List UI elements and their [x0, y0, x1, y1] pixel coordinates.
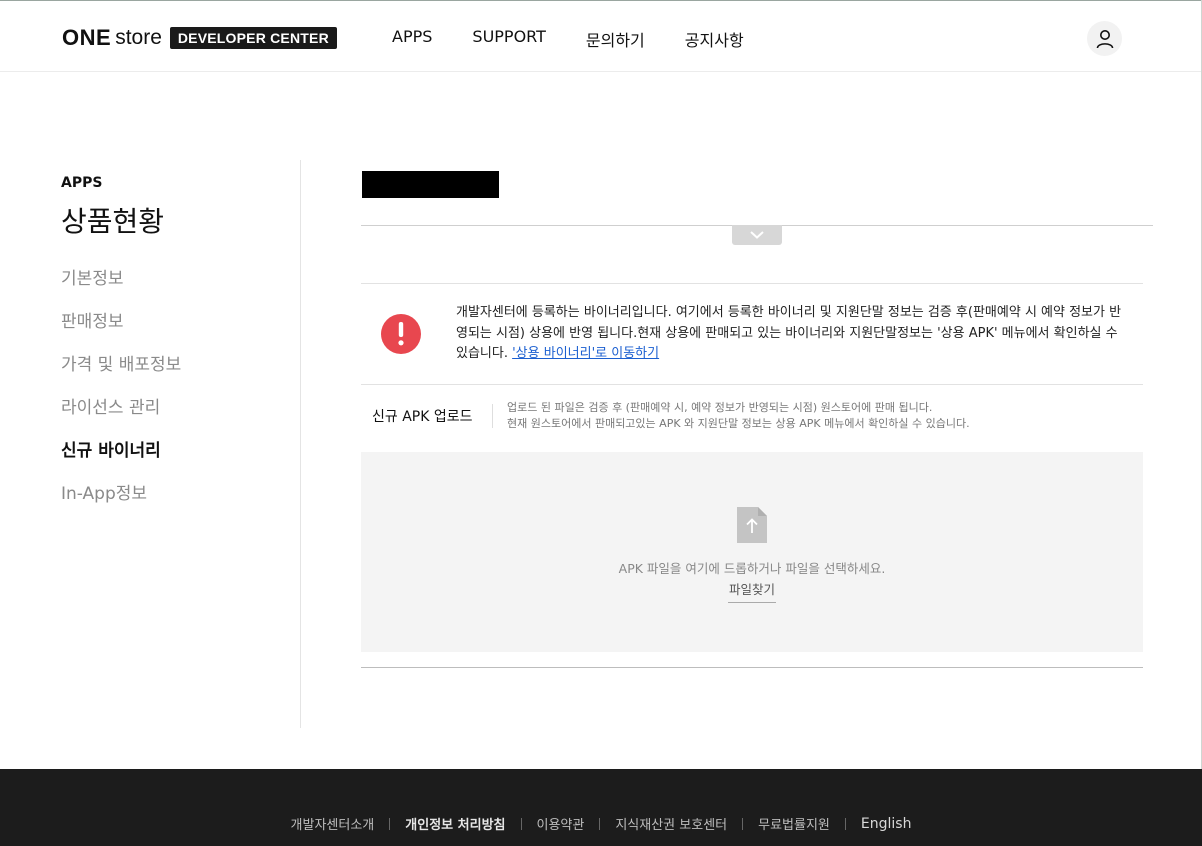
user-account-button[interactable] [1087, 21, 1122, 56]
upload-desc-line2: 현재 원스토어에서 판매되고있는 APK 와 지원단말 정보는 상용 APK 메… [507, 417, 970, 430]
user-icon [1096, 29, 1113, 48]
sidebar-item-price-distribution[interactable]: 가격 및 배포정보 [61, 352, 181, 395]
onestore-logo[interactable]: ONE store DEVELOPER CENTER [62, 24, 337, 52]
redacted-app-name [362, 171, 499, 198]
sidebar-item-basic-info[interactable]: 기본정보 [61, 266, 181, 309]
commercial-binary-link[interactable]: '상용 바이너리'로 이동하기 [512, 346, 659, 361]
find-file-button[interactable]: 파일찾기 [728, 579, 776, 603]
sidebar-menu: 기본정보 판매정보 가격 및 배포정보 라이선스 관리 신규 바이너리 In-A… [61, 266, 181, 524]
upload-section-label: 신규 APK 업로드 [372, 409, 473, 425]
sidebar-category: APPS [61, 175, 103, 191]
nav-apps[interactable]: APPS [392, 27, 432, 51]
main-nav: APPS SUPPORT 문의하기 공지사항 [392, 27, 784, 51]
sidebar-item-sales-info[interactable]: 판매정보 [61, 309, 181, 352]
sidebar-item-license[interactable]: 라이선스 관리 [61, 395, 181, 438]
sidebar-item-inapp-info[interactable]: In-App정보 [61, 481, 181, 524]
footer-links: 개발자센터소개 개인정보 처리방침 이용약관 지식재산권 보호센터 무료법률지원… [0, 814, 1202, 834]
footer-separator [389, 817, 391, 830]
divider [361, 667, 1143, 668]
footer-separator [844, 817, 846, 830]
expand-toggle-button[interactable] [732, 225, 782, 245]
footer-link-about[interactable]: 개발자센터소개 [291, 814, 375, 833]
upload-desc-line1: 업로드 된 파일은 검증 후 (판매예약 시, 예약 정보가 반영되는 시점) … [507, 401, 933, 414]
notice-message: 개발자센터에 등록하는 바이너리입니다. 여기에서 등록한 바이너리 및 지원단… [456, 303, 1124, 365]
sidebar-divider [300, 160, 301, 728]
chevron-down-icon [750, 231, 764, 239]
footer-separator [599, 817, 601, 830]
footer-link-english[interactable]: English [861, 816, 912, 832]
upload-description: 업로드 된 파일은 검증 후 (판매예약 시, 예약 정보가 반영되는 시점) … [507, 400, 970, 432]
footer-link-privacy[interactable]: 개인정보 처리방침 [405, 814, 505, 833]
nav-notice[interactable]: 공지사항 [685, 27, 744, 51]
developer-center-badge: DEVELOPER CENTER [169, 27, 337, 49]
divider [361, 384, 1143, 385]
sidebar-item-new-binary[interactable]: 신규 바이너리 [61, 438, 181, 481]
footer-separator [742, 817, 744, 830]
footer: 개발자센터소개 개인정보 처리방침 이용약관 지식재산권 보호센터 무료법률지원… [0, 769, 1202, 846]
top-header: ONE store DEVELOPER CENTER APPS SUPPORT … [0, 0, 1202, 72]
footer-separator [520, 817, 522, 830]
nav-inquiry[interactable]: 문의하기 [586, 27, 645, 51]
footer-link-terms[interactable]: 이용약관 [537, 814, 585, 833]
footer-link-ip-center[interactable]: 지식재산권 보호센터 [615, 814, 727, 833]
nav-support[interactable]: SUPPORT [472, 27, 545, 51]
divider [361, 283, 1143, 284]
dropzone-hint: APK 파일을 여기에 드롭하거나 파일을 선택하세요. [618, 561, 886, 576]
label-separator [492, 404, 493, 428]
logo-store-text: store [115, 26, 162, 49]
alert-icon [381, 314, 421, 354]
footer-link-legal-aid[interactable]: 무료법률지원 [758, 814, 830, 833]
apk-dropzone[interactable]: APK 파일을 여기에 드롭하거나 파일을 선택하세요. 파일찾기 [361, 452, 1143, 652]
sidebar-title: 상품현황 [61, 205, 165, 238]
logo-one-text: ONE [62, 25, 112, 50]
file-upload-icon [737, 507, 767, 543]
